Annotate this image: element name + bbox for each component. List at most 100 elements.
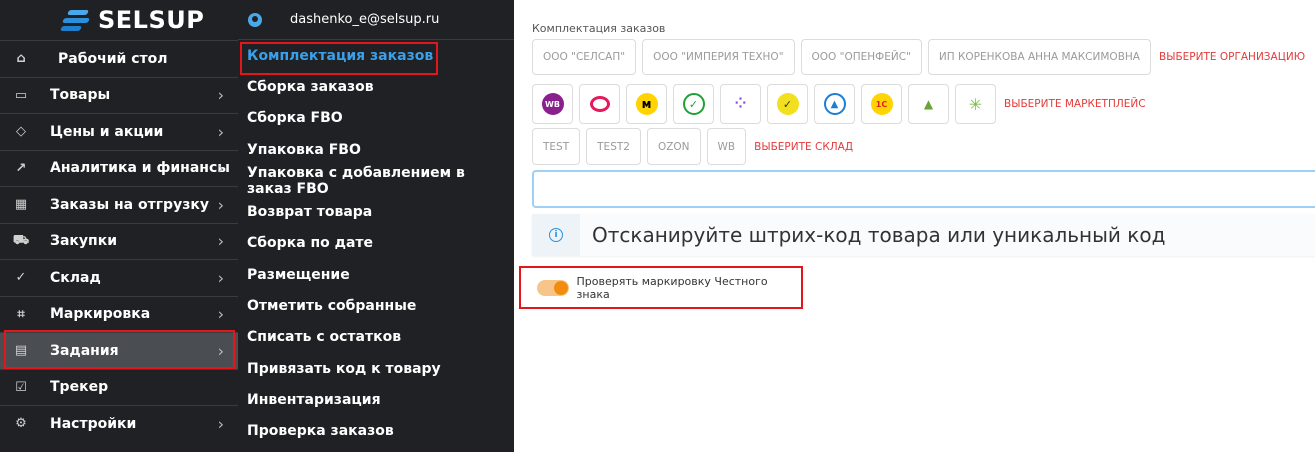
submenu-item-label: Размещение [247,266,350,283]
sidebar-item-label: Аналитика и финансы [50,160,230,177]
warehouse-button[interactable]: WB [706,128,747,165]
chevron-right-icon: › [217,158,224,178]
submenu-item-label: Сборка по дате [247,235,374,252]
sidebar-item-label: Закупки [50,233,118,250]
scan-icon: ⌗ [17,306,25,322]
marketplace-button-yandex[interactable]: м [626,84,667,124]
sidebar-item-prices[interactable]: ◇ Цены и акции › [0,113,238,150]
submenu-item-bind-code[interactable]: Привязать код к товару [238,353,514,384]
highlight-box-toggle: Проверять маркировку Честного знака [519,266,803,309]
chevron-right-icon: › [217,85,224,105]
calendar-check-icon: ☑ [15,379,27,395]
toggle-label: Проверять маркировку Честного знака [576,274,768,301]
sidebar-item-analytics[interactable]: ↗ Аналитика и финансы › [0,149,238,187]
marketplace-button-delta[interactable]: ▲ [814,84,855,124]
goods-icon: ✓ [776,93,799,115]
section-label: Комплектация заказов [532,22,666,35]
submenu-item-label: Сборка FBO [247,110,343,127]
spark-icon: ✳ [968,94,983,114]
marketplace-button-ozon[interactable] [579,84,620,124]
marketplace-selector: WB м ✓ ⁘ ✓ ▲ 1С ▲ ✳ ВЫБЕРИТЕ МАРКЕТПЛЕЙС [532,84,1146,124]
sidebar-item-products[interactable]: ▭ Товары › [0,76,238,114]
ozon-icon [589,96,610,112]
home-icon: ⌂ [16,51,26,67]
warehouse-selector: TEST TEST2 OZON WB ВЫБЕРИТЕ СКЛАД [532,128,853,165]
submenu-item-placement[interactable]: Размещение [238,259,514,290]
chevron-right-icon: › [217,231,224,251]
marketplace-button-dots[interactable]: ⁘ [720,84,761,124]
info-message: i Отсканируйте штрих-код товара или уник… [532,214,1315,256]
marketplace-button-leroy[interactable]: ▲ [908,84,949,124]
marketplace-button-goods[interactable]: ✓ [767,84,808,124]
org-button[interactable]: ООО "СЕЛСАП" [532,39,637,75]
sber-icon: ✓ [682,93,705,115]
submenu-item-order-assembly[interactable]: Сборка заказов [238,71,514,102]
logo[interactable]: SELSUP [0,0,238,40]
submenu-item-label: Упаковка FBO [247,141,361,158]
box-icon: ▦ [14,197,28,213]
submenu-item-label: Сборка заказов [247,78,374,95]
sidebar-item-label: Заказы на отгрузку [50,196,209,213]
submenu-item-label: Привязать код к товару [247,360,441,377]
org-button[interactable]: ООО "ИМПЕРИЯ ТЕХНО" [642,39,795,75]
scan-input[interactable] [532,170,1315,208]
submenu-item-inventory[interactable]: Инвентаризация [238,384,514,415]
main-content: Комплектация заказов ООО "СЕЛСАП" ООО "И… [514,0,1315,452]
tag-icon: ◇ [16,124,26,140]
submenu-panel: dashenko_e@selsup.ru Комплектация заказо… [238,0,514,452]
marketplace-hint: ВЫБЕРИТЕ МАРКЕТПЛЕЙС [1004,98,1146,110]
logo-text: SELSUP [98,6,205,34]
sidebar-item-label: Маркировка [50,306,151,323]
submenu-item-order-check[interactable]: Проверка заказов [238,416,514,447]
submenu-item-write-off[interactable]: Списать с остатков [238,322,514,353]
warehouse-button[interactable]: TEST2 [586,128,641,165]
sidebar-item-desktop[interactable]: ⌂ Рабочий стол [0,40,238,77]
submenu-item-return[interactable]: Возврат товара [238,196,514,227]
marking-check-toggle[interactable] [537,279,569,296]
org-button[interactable]: ООО "ОПЕНФЕЙС" [800,39,922,75]
marketplace-button-spark[interactable]: ✳ [955,84,996,124]
submenu-item-label: Инвентаризация [247,391,381,408]
warehouse-button[interactable]: TEST [532,128,581,165]
marketplace-button-1c[interactable]: 1С [861,84,902,124]
gear-icon: ⚙ [15,416,27,432]
chevron-right-icon: › [217,195,224,215]
sidebar-item-purchases[interactable]: ⛟ Закупки › [0,222,238,260]
sidebar-item-settings[interactable]: ⚙ Настройки › [0,405,238,442]
sidebar-item-label: Товары [50,87,111,104]
info-text: Отсканируйте штрих-код товара или уникал… [592,223,1166,247]
wildberries-icon: WB [541,93,564,115]
submenu-item-mark-collected[interactable]: Отметить собранные [238,290,514,321]
warehouse-button[interactable]: OZON [646,128,701,165]
delta-icon: ▲ [823,93,846,115]
submenu-item-fbo-packing-add[interactable]: Упаковка с добавлением в заказ FBO [238,164,514,197]
org-hint: ВЫБЕРИТЕ ОРГАНИЗАЦИЮ [1158,51,1306,63]
submenu-item-fbo-assembly[interactable]: Сборка FBO [238,103,514,134]
submenu-item-fbo-packing[interactable]: Упаковка FBO [238,134,514,165]
marketplace-button-sber[interactable]: ✓ [673,84,714,124]
toggle-knob [553,280,568,295]
organization-selector: ООО "СЕЛСАП" ООО "ИМПЕРИЯ ТЕХНО" ООО "ОП… [532,39,1305,75]
yandex-market-icon: м [635,93,658,115]
marketplace-button-wildberries[interactable]: WB [532,84,573,124]
sidebar-item-orders[interactable]: ▦ Заказы на отгрузку › [0,186,238,223]
sidebar-item-label: Склад [50,269,101,286]
info-icon: i [549,228,563,242]
user-info[interactable]: dashenko_e@selsup.ru [238,0,514,40]
leroy-icon: ▲ [923,97,934,111]
sidebar-item-label: Трекер [50,379,109,396]
check-circle-icon: ✓ [15,270,27,286]
submenu-item-label: Упаковка с добавлением в заказ FBO [247,164,465,197]
chevron-right-icon: › [217,268,224,288]
sidebar-item-warehouse[interactable]: ✓ Склад › [0,259,238,296]
chevron-right-icon: › [217,122,224,142]
chevron-right-icon: › [217,304,224,324]
chart-icon: ↗ [15,160,27,176]
org-button[interactable]: ИП КОРЕНКОВА АННА МАКСИМОВНА [927,39,1151,75]
submenu-item-assembly-by-date[interactable]: Сборка по дате [238,228,514,259]
sidebar-item-tracker[interactable]: ☑ Трекер [0,368,238,406]
sidebar-item-marking[interactable]: ⌗ Маркировка › [0,295,238,333]
sidebar-item-label: Цены и акции [50,123,164,140]
cart-icon: ⛟ [12,232,30,248]
submenu-item-label: Списать с остатков [247,329,402,346]
